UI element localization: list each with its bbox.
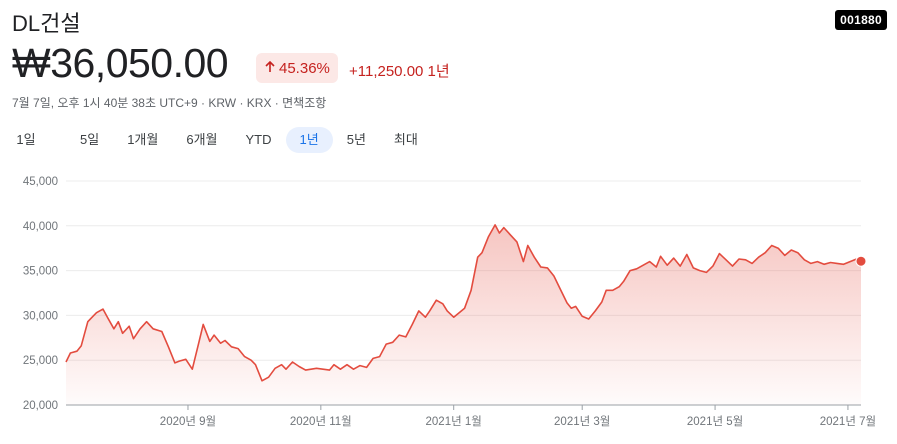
change-percent-badge: 45.36% bbox=[256, 53, 338, 83]
arrow-up-icon bbox=[264, 60, 276, 77]
x-tick-label: 2021년 7월 bbox=[820, 415, 876, 428]
tab-ytd[interactable]: YTD bbox=[232, 127, 286, 153]
x-tick-label: 2021년 1월 bbox=[426, 415, 482, 428]
y-tick-label: 30,000 bbox=[23, 310, 58, 322]
stock-name: DL건설 bbox=[12, 11, 81, 36]
tab-1y[interactable]: 1년 bbox=[285, 127, 333, 153]
ticker-badge[interactable]: 001880 bbox=[835, 10, 887, 30]
y-tick-label: 25,000 bbox=[23, 355, 58, 367]
y-tick-label: 40,000 bbox=[23, 221, 58, 233]
y-tick-label: 35,000 bbox=[23, 266, 58, 278]
current-price: ₩36,050.00 bbox=[12, 40, 229, 86]
tab-1m[interactable]: 1개월 bbox=[113, 127, 172, 153]
x-tick-label: 2020년 11월 bbox=[290, 415, 352, 428]
change-percent: 45.36% bbox=[279, 59, 330, 77]
price-chart[interactable]: 45,000 40,000 35,000 30,000 25,000 20,000 2020… bbox=[0, 166, 897, 444]
y-tick-label: 45,000 bbox=[23, 176, 58, 188]
tab-6m[interactable]: 6개월 bbox=[172, 127, 231, 153]
x-tick-label: 2020년 9월 bbox=[160, 415, 216, 428]
tab-max[interactable]: 최대 bbox=[380, 127, 432, 153]
y-tick-label: 20,000 bbox=[23, 400, 58, 412]
range-tabs: 1일 5일 1개월 6개월 YTD 1년 5년 최대 bbox=[12, 127, 432, 153]
x-tick-label: 2021년 3월 bbox=[554, 415, 610, 428]
change-absolute: +11,250.00 1년 bbox=[349, 63, 450, 80]
tab-5d[interactable]: 5일 bbox=[66, 127, 113, 153]
tab-1d[interactable]: 1일 bbox=[12, 127, 40, 153]
tab-5y[interactable]: 5년 bbox=[333, 127, 380, 153]
x-tick-label: 2021년 5월 bbox=[687, 415, 743, 428]
price-meta: 7월 7일, 오후 1시 40분 38초 UTC+9 · KRW · KRX ·… bbox=[12, 96, 327, 110]
current-price-dot bbox=[855, 255, 867, 267]
